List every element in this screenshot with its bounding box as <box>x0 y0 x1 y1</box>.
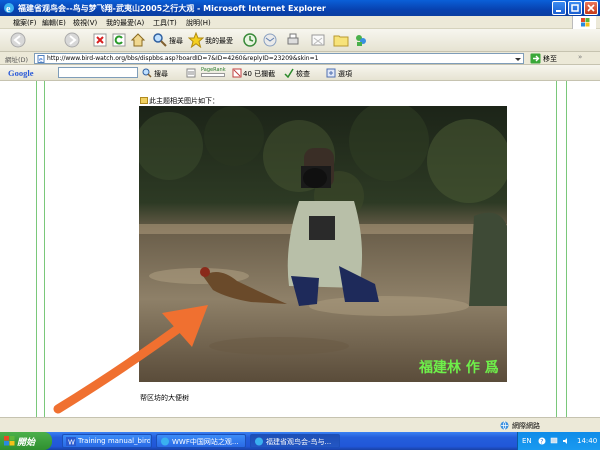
svg-text:?: ? <box>540 439 543 446</box>
links-chevron-icon[interactable]: » <box>578 53 582 61</box>
favorites-label[interactable]: 我的最愛 <box>205 36 233 46</box>
taskbar-item-training-manual[interactable]: W Training manual_bird ... <box>62 434 152 448</box>
page-border-right <box>566 81 567 417</box>
status-bar: 網際網路 <box>0 417 600 432</box>
check-label[interactable]: 檢查 <box>296 69 310 79</box>
minimize-button[interactable] <box>552 1 566 15</box>
menu-bar: 檔案(F) 編輯(E) 檢視(V) 我的最愛(A) 工具(T) 說明(H) <box>0 16 600 29</box>
menu-favorites[interactable]: 我的最愛(A) <box>106 18 144 28</box>
options-label[interactable]: 選項 <box>338 69 352 79</box>
options-icon[interactable] <box>326 68 336 78</box>
taskbar: 開始 W Training manual_bird ... WWF中国网站之观.… <box>0 432 600 450</box>
language-indicator[interactable]: EN <box>522 437 532 445</box>
google-search-input[interactable] <box>58 67 138 78</box>
menu-file[interactable]: 檔案(F) <box>13 18 37 28</box>
google-logo[interactable]: Google <box>8 68 34 78</box>
windows-flag-icon <box>4 436 15 446</box>
taskbar-item-wwf[interactable]: WWF中国网站之观... <box>156 434 246 448</box>
network-icon[interactable] <box>550 437 558 445</box>
start-button[interactable]: 開始 <box>0 432 52 450</box>
popup-blocker-icon[interactable] <box>232 68 242 78</box>
stop-icon[interactable] <box>92 32 108 48</box>
google-search-label[interactable]: 搜尋 <box>154 69 168 79</box>
internet-zone-icon <box>500 421 509 430</box>
search-label[interactable]: 搜尋 <box>169 36 183 46</box>
dropdown-arrow-icon[interactable] <box>514 55 522 63</box>
messenger-icon[interactable] <box>353 32 369 48</box>
photo-description: 帮区坊的大便树 <box>140 394 189 402</box>
page-border-right-inner <box>556 81 557 417</box>
maximize-button[interactable] <box>568 1 582 15</box>
start-label: 開始 <box>17 438 36 448</box>
google-search-icon[interactable] <box>142 68 152 78</box>
svg-text:e: e <box>6 4 11 14</box>
address-bar: 網址(D) e http://www.bird-watch.org/bbs/di… <box>0 52 600 65</box>
go-arrow-icon <box>530 53 541 64</box>
taskbar-item-bird-watch[interactable]: 福建省观鸟会-鸟与... <box>250 434 340 448</box>
close-button[interactable] <box>584 1 598 15</box>
clock[interactable]: 14:40 <box>577 437 597 445</box>
page-icon: e <box>37 55 45 63</box>
address-label: 網址(D) <box>5 56 29 64</box>
zone-label: 網際網路 <box>512 422 540 430</box>
image-caption: 此主题相关图片如下： <box>140 96 219 106</box>
spellcheck-icon[interactable] <box>284 68 294 78</box>
search-icon[interactable] <box>152 32 168 48</box>
print-icon[interactable] <box>285 32 301 48</box>
address-url: http://www.bird-watch.org/bbs/dispbbs.as… <box>47 55 319 62</box>
page-content: 此主题相关图片如下： 福建林 作 爲 帮区坊的大便树 <box>0 81 600 417</box>
ie-window-icon <box>161 437 169 446</box>
edit-icon[interactable] <box>310 32 326 48</box>
volume-icon[interactable] <box>562 437 570 445</box>
windows-logo-icon <box>572 16 596 29</box>
window-title: 福建省观鸟会--鸟与梦飞翔-武夷山2005之行大观 - Microsoft In… <box>18 4 326 13</box>
refresh-icon[interactable] <box>111 32 127 48</box>
ie-window-icon <box>255 437 263 446</box>
back-icon[interactable] <box>10 32 26 48</box>
menu-tools[interactable]: 工具(T) <box>153 18 177 28</box>
svg-text:e: e <box>39 57 43 64</box>
folder-icon[interactable] <box>333 32 349 48</box>
image-icon <box>140 97 148 104</box>
page-border-left <box>36 81 37 417</box>
help-icon[interactable]: ? <box>538 437 546 445</box>
go-label: 移至 <box>543 55 557 63</box>
blocked-label[interactable]: 40 已攔截 <box>243 69 275 79</box>
menu-edit[interactable]: 編輯(E) <box>42 18 66 28</box>
go-button[interactable]: 移至 <box>530 53 566 64</box>
mail-icon[interactable] <box>262 32 278 48</box>
home-icon[interactable] <box>130 32 146 48</box>
news-icon[interactable] <box>186 68 196 78</box>
photo-watermark: 福建林 作 爲 <box>418 359 499 376</box>
title-bar: e 福建省观鸟会--鸟与梦飞翔-武夷山2005之行大观 - Microsoft … <box>0 0 600 16</box>
internet-explorer-icon: e <box>4 3 14 14</box>
arrow-annotation-icon <box>53 305 208 414</box>
address-field[interactable]: e http://www.bird-watch.org/bbs/dispbbs.… <box>34 53 524 64</box>
pagerank-bar <box>201 73 225 77</box>
word-icon: W <box>66 437 76 446</box>
forward-icon[interactable] <box>64 32 80 48</box>
google-toolbar: Google 搜尋 PageRank 40 已攔截 檢查 選項 <box>0 65 600 81</box>
system-tray: EN ? 14:40 <box>517 432 600 450</box>
svg-text:W: W <box>68 439 75 447</box>
toolbar: 搜尋 我的最愛 <box>0 29 600 52</box>
favorites-star-icon[interactable] <box>188 32 204 48</box>
history-icon[interactable] <box>242 32 258 48</box>
menu-view[interactable]: 檢視(V) <box>73 18 97 28</box>
menu-help[interactable]: 說明(H) <box>186 18 211 28</box>
page-border-left-inner <box>44 81 45 417</box>
